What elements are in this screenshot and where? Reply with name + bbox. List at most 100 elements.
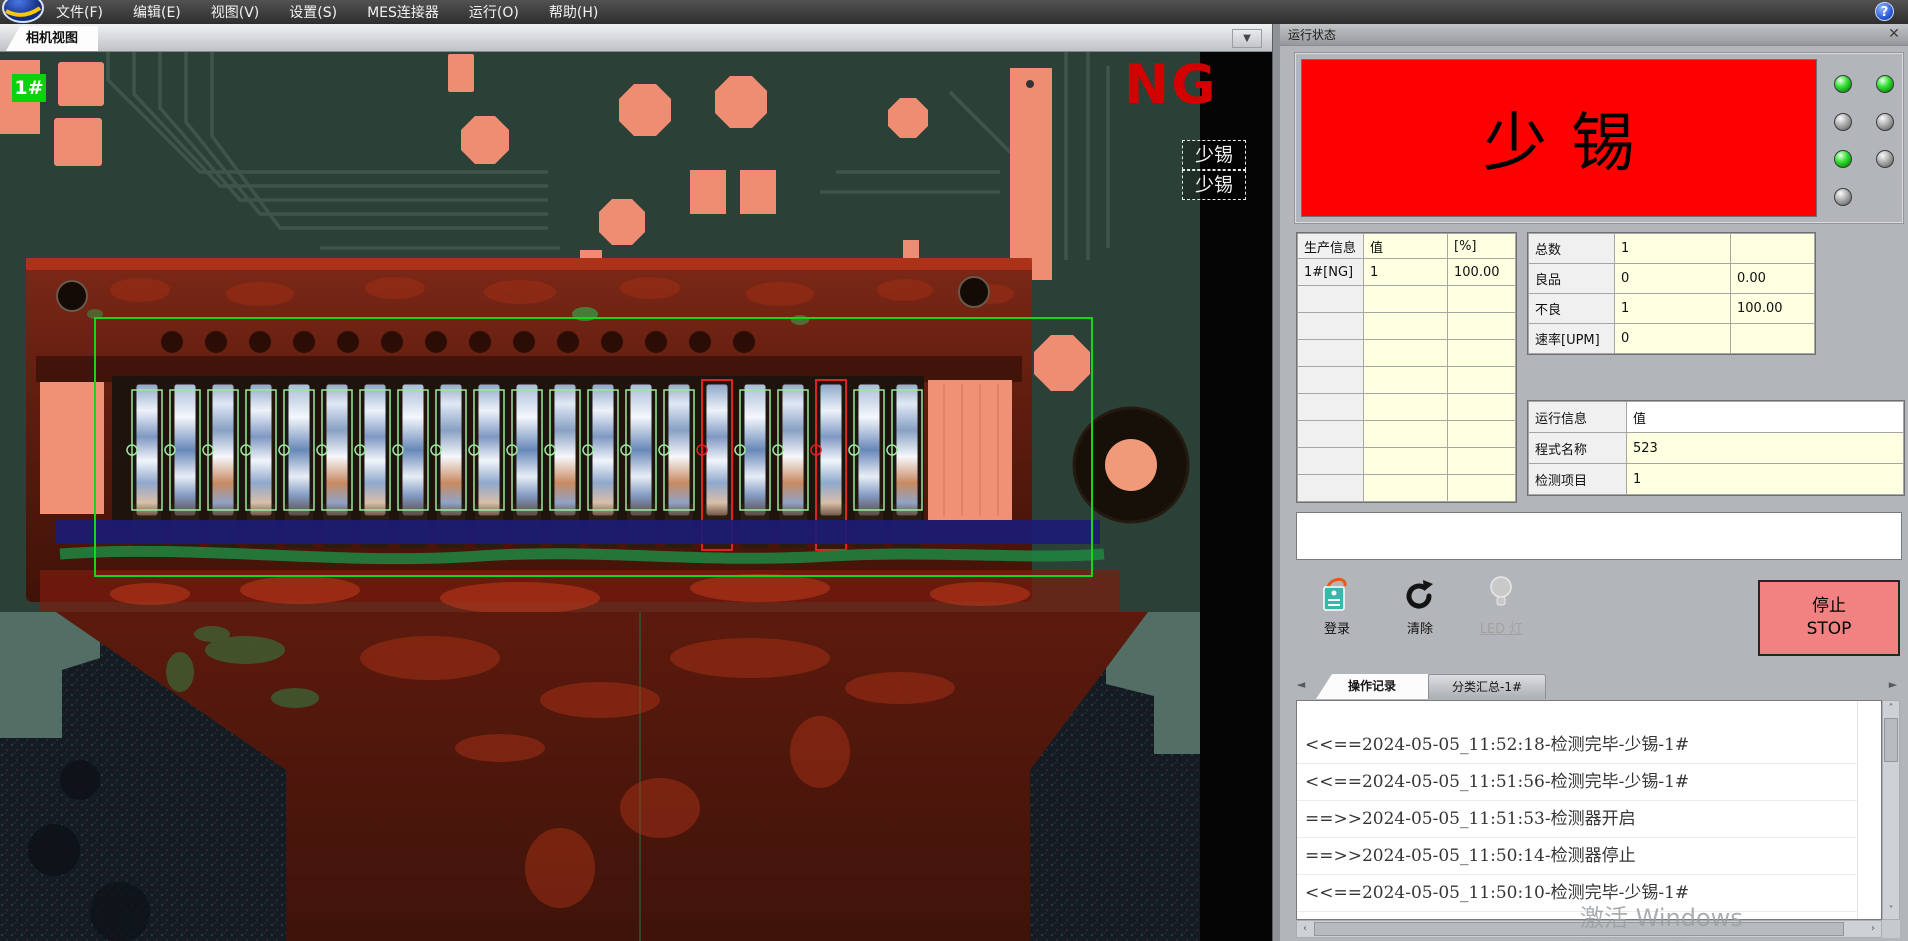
defect-tag: 少锡	[1182, 170, 1246, 200]
solder-pin	[516, 384, 538, 516]
menu-run[interactable]: 运行(O)	[469, 2, 519, 22]
solder-pin	[212, 384, 234, 516]
menu-edit[interactable]: 编辑(E)	[133, 2, 181, 22]
pane-dropdown-button[interactable]: ▼	[1232, 29, 1262, 48]
solder-pin	[782, 384, 804, 516]
close-icon[interactable]: ✕	[1885, 24, 1903, 44]
status-led-gray	[1834, 113, 1852, 131]
defect-tag: 少锡	[1182, 140, 1246, 170]
octagon-pad	[461, 116, 509, 164]
login-button[interactable]: 登录	[1304, 574, 1370, 637]
refresh-icon	[1387, 574, 1453, 612]
vertical-scroll-thumb[interactable]	[1884, 718, 1898, 762]
table-row	[1298, 448, 1516, 475]
status-led-green	[1834, 150, 1852, 168]
table-row	[1298, 340, 1516, 367]
app-window: 文件(F) 编辑(E) 视图(V) 设置(S) MES连接器 运行(O) 帮助(…	[0, 0, 1908, 941]
panel-title-bar: 运行状态 ✕	[1280, 24, 1908, 46]
table-row	[1298, 313, 1516, 340]
status-led-gray	[1876, 113, 1894, 131]
table-row: 不良 1 100.00	[1529, 294, 1815, 324]
operation-log-list: <<==2024-05-05_11:52:18-检测完毕-少锡-1# <<==2…	[1296, 700, 1882, 920]
camera-viewport: 1# NG 少锡 少锡	[0, 52, 1272, 941]
menu-help[interactable]: 帮助(H)	[549, 2, 598, 22]
scroll-down-icon[interactable]: ˅	[1883, 903, 1899, 919]
tab-classification-summary[interactable]: 分类汇总-1#	[1428, 674, 1546, 699]
status-led-green	[1876, 75, 1894, 93]
log-entry[interactable]: <<==2024-05-05_11:52:18-检测完毕-少锡-1#	[1297, 727, 1857, 764]
table-row: 速率[UPM] 0	[1529, 324, 1815, 354]
solder-pin	[744, 384, 766, 516]
windows-activation-watermark: 激活 Windows 转到“设置”以激活 Windows	[1580, 898, 1772, 941]
log-entry[interactable]: ==>>2024-05-05_11:51:53-检测器开启	[1297, 801, 1857, 838]
solder-pin	[326, 384, 348, 516]
led-grid	[1834, 75, 1898, 235]
run-info-table: 运行信息 值 程式名称 523 检测项目 1	[1527, 400, 1905, 496]
tab-scroll-right-icon[interactable]: ►	[1886, 676, 1900, 694]
solder-pin	[630, 384, 652, 516]
log-entry[interactable]: <<==2024-05-05_11:50:10-检测完毕-少锡-1#	[1297, 875, 1857, 912]
stats-table: 总数 1 良品 0 0.00 不良 1 100.00 速率[UPM] 0	[1527, 232, 1816, 355]
solder-pin	[174, 384, 196, 516]
solder-pin	[668, 384, 690, 516]
col-header: 生产信息	[1298, 234, 1364, 259]
menu-mes-connector[interactable]: MES连接器	[367, 2, 439, 22]
tab-camera-view[interactable]: 相机视图	[6, 26, 98, 51]
menu-view[interactable]: 视图(V)	[211, 2, 260, 22]
log-entry[interactable]: ==>>2024-05-05_11:50:14-检测器停止	[1297, 838, 1857, 875]
led-light-button[interactable]: LED 灯	[1468, 574, 1534, 637]
table-row: 总数 1	[1529, 234, 1815, 264]
solder-pin	[478, 384, 500, 516]
scroll-up-icon[interactable]: ˄	[1883, 701, 1899, 717]
production-table: 生产信息 值 [%] 1#[NG] 1 100.00	[1296, 232, 1517, 503]
menu-settings[interactable]: 设置(S)	[289, 2, 337, 22]
badge-icon	[1304, 574, 1370, 612]
solder-pin	[250, 384, 272, 516]
solder-pin	[554, 384, 576, 516]
result-display-box: 少锡	[1294, 52, 1904, 224]
help-icon[interactable]: ?	[1875, 2, 1894, 21]
scroll-left-icon[interactable]: ‹	[1297, 921, 1313, 937]
solder-pin	[288, 384, 310, 516]
solder-pin	[364, 384, 386, 516]
table-row	[1298, 394, 1516, 421]
table-row	[1298, 286, 1516, 313]
tab-operation-log[interactable]: 操作记录	[1316, 674, 1428, 699]
col-header: 运行信息	[1529, 402, 1627, 433]
solder-pin	[858, 384, 880, 516]
solder-pin	[896, 384, 918, 516]
table-row	[1298, 367, 1516, 394]
log-column-divider	[1857, 701, 1858, 920]
log-tab-strip: ◄ 操作记录 分类汇总-1# ►	[1280, 672, 1908, 699]
col-header: 值	[1627, 402, 1904, 433]
status-led-gray	[1834, 188, 1852, 206]
scroll-right-icon[interactable]: ›	[1865, 921, 1881, 937]
solder-pin	[820, 384, 842, 516]
status-led-gray	[1876, 150, 1894, 168]
app-logo-icon	[2, 0, 48, 26]
vertical-scrollbar[interactable]: ˄ ˅	[1882, 700, 1900, 920]
solder-pin	[402, 384, 424, 516]
octagon-pad	[715, 76, 767, 128]
run-status-panel: 运行状态 ✕ 少锡 生产信息 值 [%] 1#[NG] 1 100.00	[1280, 24, 1908, 941]
octagon-pad	[619, 84, 671, 136]
solder-pin	[440, 384, 462, 516]
col-header: 值	[1364, 234, 1448, 259]
scrollbar-corner	[1882, 920, 1900, 938]
defect-banner: 少锡	[1301, 59, 1817, 217]
solder-pin	[136, 384, 158, 516]
tab-scroll-left-icon[interactable]: ◄	[1294, 676, 1308, 694]
table-row	[1298, 475, 1516, 502]
menu-bar: 文件(F) 编辑(E) 视图(V) 设置(S) MES连接器 运行(O) 帮助(…	[0, 0, 1908, 24]
solder-pin	[592, 384, 614, 516]
table-row	[1298, 421, 1516, 448]
octagon-pad	[599, 199, 645, 245]
clear-button[interactable]: 清除	[1387, 574, 1453, 637]
menu-file[interactable]: 文件(F)	[56, 2, 103, 22]
log-entry[interactable]: <<==2024-05-05_11:51:56-检测完毕-少锡-1#	[1297, 764, 1857, 801]
stop-button[interactable]: 停止 STOP	[1758, 580, 1900, 656]
pcb-inspection-image	[0, 52, 1272, 941]
pane-divider	[1272, 24, 1280, 941]
table-row: 程式名称 523	[1529, 433, 1904, 464]
message-box	[1296, 512, 1902, 560]
